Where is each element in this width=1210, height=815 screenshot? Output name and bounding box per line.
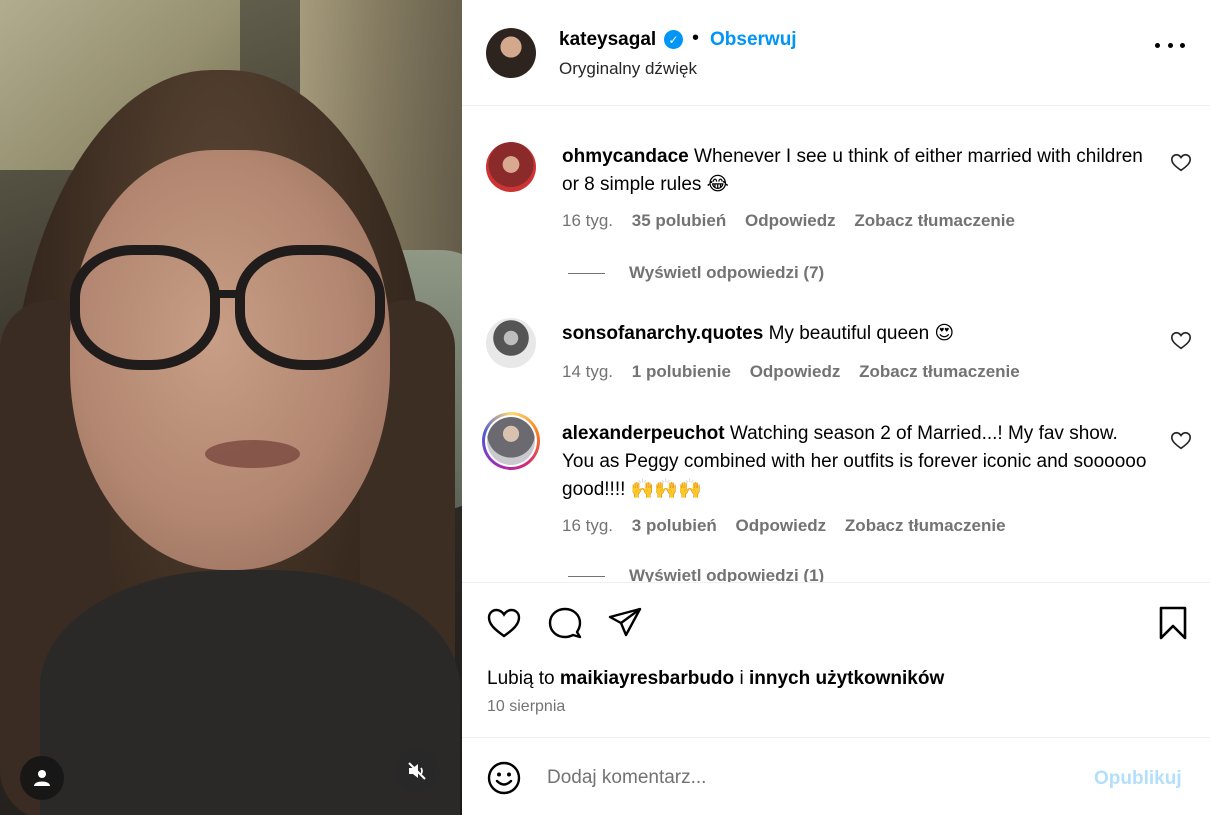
likes-joiner: i <box>739 668 744 689</box>
heart-icon[interactable] <box>1170 430 1192 452</box>
translate-button[interactable]: Zobacz tłumaczenie <box>859 362 1020 381</box>
view-replies-button[interactable]: Wyświetl odpowiedzi (7) <box>568 263 824 283</box>
replies-divider <box>568 576 605 578</box>
separator-dot: • <box>692 27 700 49</box>
commenter-avatar-story-ring[interactable] <box>482 412 540 470</box>
reply-button[interactable]: Odpowiedz <box>736 516 827 535</box>
heart-icon[interactable] <box>1170 330 1192 352</box>
comment-likes[interactable]: 1 polubienie <box>632 362 731 381</box>
heart-icon[interactable] <box>1170 152 1192 174</box>
verified-icon: ✓ <box>664 30 683 49</box>
follow-button[interactable]: Obserwuj <box>710 29 797 51</box>
comment-icon[interactable] <box>547 605 583 641</box>
tagged-users-button[interactable] <box>20 756 64 800</box>
comment-time[interactable]: 16 tyg. <box>562 516 613 535</box>
emoji-icon[interactable] <box>486 760 522 796</box>
reply-button[interactable]: Odpowiedz <box>750 362 841 381</box>
add-comment-bar: Opublikuj <box>462 737 1210 815</box>
commenter-username[interactable]: ohmycandace <box>562 146 689 167</box>
commenter-username[interactable]: alexanderpeuchot <box>562 423 725 444</box>
comment-meta: 16 tyg. 3 polubień Odpowiedz Zobacz tłum… <box>562 516 1020 536</box>
comment-likes[interactable]: 35 polubień <box>632 211 726 230</box>
likes-prefix: Lubią to <box>487 668 555 689</box>
post-actions: Lubią to maikiayresbarbudo i innych użyt… <box>462 582 1210 737</box>
commenter-username[interactable]: sonsofanarchy.quotes <box>562 323 763 344</box>
glasses-right-lens <box>235 245 385 370</box>
comments-list[interactable]: ohmycandace Whenever I see u think of ei… <box>462 106 1210 582</box>
bookmark-icon[interactable] <box>1155 605 1191 641</box>
comment-text-block: ohmycandace Whenever I see u think of ei… <box>562 143 1152 199</box>
reply-button[interactable]: Odpowiedz <box>745 211 836 230</box>
post-panel: kateysagal ✓ • Obserwuj Oryginalny dźwię… <box>462 0 1210 815</box>
view-replies-label: Wyświetl odpowiedzi (1) <box>629 566 825 582</box>
more-options-icon[interactable] <box>1155 30 1185 60</box>
muted-audio-icon <box>408 762 426 780</box>
comment-input[interactable] <box>547 762 1047 794</box>
post-date[interactable]: 10 sierpnia <box>487 698 565 716</box>
user-icon <box>34 770 50 786</box>
comment-meta: 16 tyg. 35 polubień Odpowiedz Zobacz tłu… <box>562 211 1029 231</box>
video-player[interactable] <box>0 0 462 815</box>
comment-time[interactable]: 14 tyg. <box>562 362 613 381</box>
replies-divider <box>568 273 605 275</box>
mute-toggle-button[interactable] <box>395 749 439 793</box>
likes-summary: Lubią to maikiayresbarbudo i innych użyt… <box>487 668 944 690</box>
publish-button[interactable]: Opublikuj <box>1094 768 1182 790</box>
video-subject-mouth <box>205 440 300 468</box>
commenter-avatar[interactable] <box>486 142 536 192</box>
comment-text-block: alexanderpeuchot Watching season 2 of Ma… <box>562 420 1152 504</box>
author-avatar[interactable] <box>486 28 536 78</box>
view-replies-button[interactable]: Wyświetl odpowiedzi (1) <box>568 566 824 582</box>
translate-button[interactable]: Zobacz tłumaczenie <box>854 211 1015 230</box>
comment-likes[interactable]: 3 polubień <box>632 516 717 535</box>
audio-label[interactable]: Oryginalny dźwięk <box>559 59 697 79</box>
comment-time[interactable]: 16 tyg. <box>562 211 613 230</box>
translate-button[interactable]: Zobacz tłumaczenie <box>845 516 1006 535</box>
glasses-bridge <box>210 290 245 298</box>
view-replies-label: Wyświetl odpowiedzi (7) <box>629 263 825 282</box>
comment-text: My beautiful queen 😍 <box>768 323 955 344</box>
likes-others-link[interactable]: innych użytkowników <box>749 668 944 689</box>
post-header: kateysagal ✓ • Obserwuj Oryginalny dźwię… <box>462 0 1210 106</box>
share-icon[interactable] <box>607 605 643 641</box>
commenter-avatar[interactable] <box>486 318 536 368</box>
author-username[interactable]: kateysagal <box>559 29 656 51</box>
likes-user-link[interactable]: maikiayresbarbudo <box>560 668 734 689</box>
comment-meta: 14 tyg. 1 polubienie Odpowiedz Zobacz tł… <box>562 362 1034 382</box>
comment-text-block: sonsofanarchy.quotes My beautiful queen … <box>562 320 1152 348</box>
heart-icon[interactable] <box>486 605 522 641</box>
glasses-left-lens <box>70 245 220 370</box>
